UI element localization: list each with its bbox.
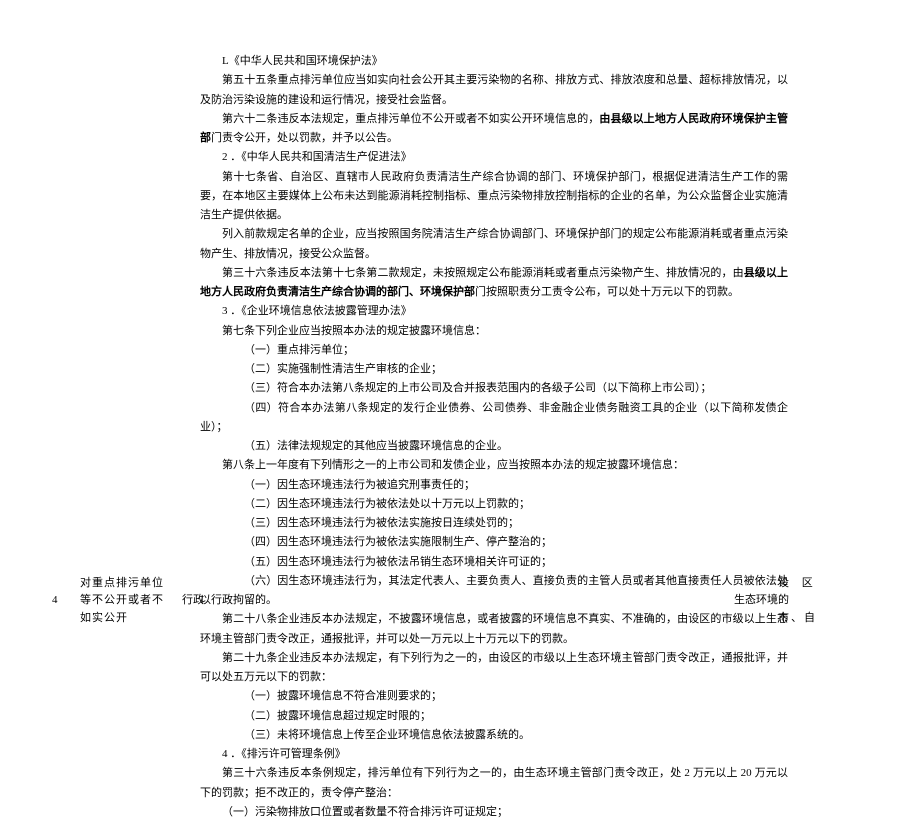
- sec3-a29-1: （一）披露环境信息不符合准则要求的；: [200, 687, 788, 706]
- row-number: 4: [52, 591, 80, 610]
- sec2-p2: 列入前款规定名单的企业，应当按照国务院清洁生产综合协调部门、环境保护部门的规定公…: [200, 225, 788, 264]
- sec3-a7-5: （五）法律法规规定的其他应当披露环境信息的企业。: [200, 437, 788, 456]
- sec2-p3c: 门按照职责分工责令公布，可以处十万元以下的罚款。: [475, 286, 739, 298]
- sec3-a7-2: （二）实施强制性清洁生产审核的企业；: [200, 360, 788, 379]
- row-department: 生态环境: [734, 591, 778, 610]
- row-region-l1: 设 区 的: [778, 575, 838, 610]
- row-region: 设 区 的 市、自: [778, 575, 838, 628]
- sec4-p1-1: （一）污染物排放口位置或者数量不符合排污许可证规定；: [200, 803, 788, 822]
- sec2-p3: 第三十六条违反本法第十七条第二款规定，未按照规定公布能源消耗或者重点污染物产生、…: [200, 264, 788, 303]
- row-subject-l3: 如实公开: [80, 610, 180, 628]
- sec2-title: 2 ．《中华人民共和国清洁生产促进法》: [200, 148, 788, 167]
- row-subject: 对重点排污单位 等不公开或者不 如实公开: [80, 575, 180, 628]
- sec3-a7-4: （四）符合本办法第八条规定的发行企业债券、公司债券、非金融企业债务融资工具的企业…: [200, 399, 788, 438]
- sec1-title: L《中华人民共和国环境保护法》: [200, 52, 788, 71]
- sec4-title: 4 ．《排污许可管理条例》: [200, 745, 788, 764]
- sec3-a8-1: （一）因生态环境违法行为被追究刑事责任的；: [200, 476, 788, 495]
- sec3-a29-3: （三）未将环境信息上传至企业环境信息依法披露系统的。: [200, 726, 788, 745]
- sec1-p1: 第五十五条重点排污单位应当如实向社会公开其主要污染物的名称、排放方式、排放浓度和…: [200, 71, 788, 110]
- row-subject-l2: 等不公开或者不: [80, 592, 180, 610]
- sec2-p1: 第十七条省、自治区、直辖市人民政府负责清洁生产综合协调的部门、环境保护部门，根据…: [200, 168, 788, 226]
- row-subject-l1: 对重点排污单位: [80, 575, 180, 593]
- sec3-a7-intro: 第七条下列企业应当按照本办法的规定披露环境信息：: [200, 322, 788, 341]
- sec3-a8-intro: 第八条上一年度有下列情形之一的上市公司和发债企业，应当按照本办法的规定披露环境信…: [200, 456, 788, 475]
- sec3-a7-1: （一）重点排污单位；: [200, 341, 788, 360]
- sec3-a8-4: （四）因生态环境违法行为被依法实施限制生产、停产整治的；: [200, 533, 788, 552]
- sec3-a8-5: （五）因生态环境违法行为被依法吊销生态环境相关许可证的；: [200, 553, 788, 572]
- sec4-p1: 第三十六条违反本条例规定，排污单位有下列行为之一的，由生态环境主管部门责令改正，…: [200, 764, 788, 803]
- sec2-p3a: 第三十六条违反本法第十七条第二款规定，未按照规定公布能源消耗或者重点污染物产生、…: [222, 267, 744, 279]
- sec3-a8-2: （二）因生态环境违法行为被依法处以十万元以上罚款的；: [200, 495, 788, 514]
- legal-text-block: L《中华人民共和国环境保护法》 第五十五条重点排污单位应当如实向社会公开其主要污…: [200, 52, 788, 822]
- sec1-p2a: 第六十二条违反本法规定，重点排污单位不公开或者不如实公开环境信息的，: [222, 113, 599, 125]
- row-type: 行政: [182, 591, 224, 610]
- row-region-l2: 市、自: [778, 610, 838, 628]
- sec1-p2: 第六十二条违反本法规定，重点排污单位不公开或者不如实公开环境信息的，由县级以上地…: [200, 110, 788, 149]
- sec3-a7-3: （三）符合本办法第八条规定的上市公司及合并报表范围内的各级子公司（以下简称上市公…: [200, 379, 788, 398]
- table-row: 4 对重点排污单位 等不公开或者不 如实公开 行政 生态环境 设 区 的 市、自: [52, 571, 868, 631]
- sec3-a8-3: （三）因生态环境违法行为被依法实施按日连续处罚的；: [200, 514, 788, 533]
- sec3-a29-intro: 第二十九条企业违反本办法规定，有下列行为之一的，由设区的市级以上生态环境主管部门…: [200, 649, 788, 688]
- sec3-a29-2: （二）披露环境信息超过规定时限的；: [200, 707, 788, 726]
- sec1-p2c: 门责令公开，处以罚款，并予以公告。: [211, 132, 398, 144]
- sec3-title: 3 ．《企业环境信息依法披露管理办法》: [200, 302, 788, 321]
